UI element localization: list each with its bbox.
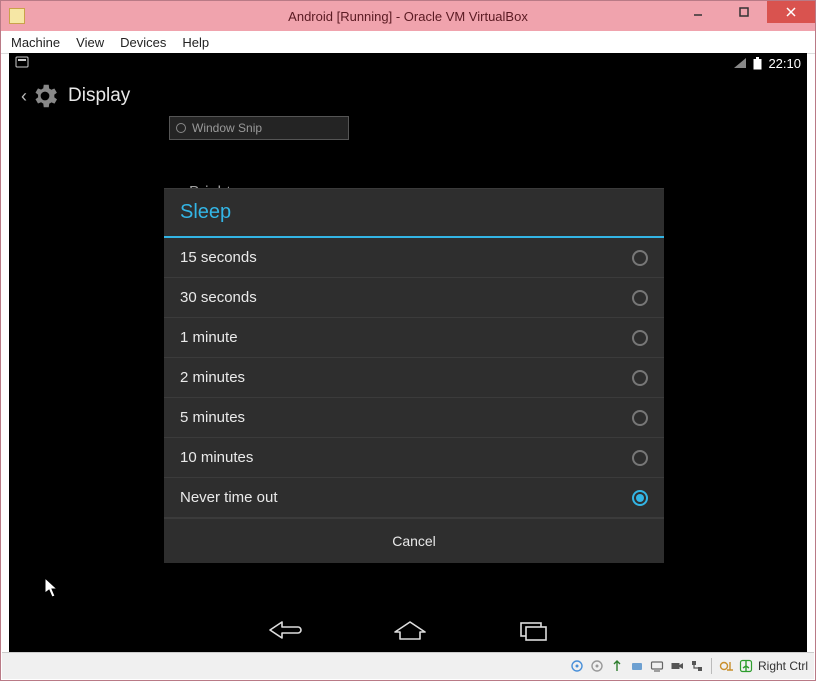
mouse-integration-icon[interactable] (718, 658, 734, 674)
close-button[interactable] (767, 1, 815, 23)
maximize-button[interactable] (721, 1, 767, 23)
window-snip-chip: Window Snip (169, 116, 349, 140)
usb-icon[interactable] (609, 658, 625, 674)
nav-back-button[interactable] (266, 619, 302, 641)
android-viewport: 22:10 ‹ Display Window Snip Brightness S… (9, 53, 807, 652)
nav-recents-button[interactable] (518, 619, 550, 641)
radio-unchecked-icon (632, 370, 648, 386)
gear-icon (30, 81, 60, 111)
minimize-button[interactable] (675, 1, 721, 23)
radio-checked-icon (632, 490, 648, 506)
sleep-option-15s[interactable]: 15 seconds (164, 238, 664, 278)
titlebar[interactable]: Android [Running] - Oracle VM VirtualBox (1, 1, 815, 31)
menu-help[interactable]: Help (182, 35, 209, 50)
video-capture-icon[interactable] (669, 658, 685, 674)
option-label: 10 minutes (180, 449, 253, 466)
menu-devices[interactable]: Devices (120, 35, 166, 50)
radio-unchecked-icon (632, 250, 648, 266)
settings-section-title: Display (68, 85, 130, 107)
android-nav-bar (9, 608, 807, 652)
display-icon[interactable] (649, 658, 665, 674)
radio-unchecked-icon (632, 330, 648, 346)
virtualbox-window: Android [Running] - Oracle VM VirtualBox… (0, 0, 816, 681)
back-icon (266, 619, 302, 641)
keyboard-capture-icon[interactable] (738, 658, 754, 674)
app-icon (9, 8, 25, 24)
menu-view[interactable]: View (76, 35, 104, 50)
dialog-cancel-button[interactable]: Cancel (164, 518, 664, 563)
virtualbox-status-bar: Right Ctrl (2, 652, 814, 679)
hdd-icon[interactable] (569, 658, 585, 674)
radio-icon (176, 123, 186, 133)
radio-unchecked-icon (632, 410, 648, 426)
option-label: 15 seconds (180, 249, 257, 266)
sleep-option-never[interactable]: Never time out (164, 478, 664, 518)
sleep-option-1m[interactable]: 1 minute (164, 318, 664, 358)
settings-action-bar: ‹ Display (9, 73, 807, 119)
menubar: Machine View Devices Help (1, 31, 815, 54)
shared-folder-icon[interactable] (629, 658, 645, 674)
cancel-label: Cancel (392, 533, 436, 549)
back-button[interactable]: ‹ (19, 86, 29, 107)
sleep-option-30s[interactable]: 30 seconds (164, 278, 664, 318)
clock-text: 22:10 (768, 56, 801, 71)
nav-home-button[interactable] (392, 619, 428, 641)
option-label: 5 minutes (180, 409, 245, 426)
sleep-option-10m[interactable]: 10 minutes (164, 438, 664, 478)
option-label: 30 seconds (180, 289, 257, 306)
close-icon (785, 6, 797, 18)
battery-icon (753, 57, 762, 70)
radio-unchecked-icon (632, 450, 648, 466)
optical-icon[interactable] (589, 658, 605, 674)
recents-icon (518, 619, 550, 641)
network-icon[interactable] (689, 658, 705, 674)
window-snip-label: Window Snip (192, 121, 262, 135)
android-status-bar: 22:10 (9, 53, 807, 73)
window-controls (675, 1, 815, 23)
minimize-icon (692, 6, 704, 18)
host-key-label: Right Ctrl (758, 659, 808, 673)
menu-machine[interactable]: Machine (11, 35, 60, 50)
sleep-dialog: Sleep 15 seconds 30 seconds 1 minute 2 m… (164, 188, 664, 563)
separator (711, 658, 712, 674)
radio-unchecked-icon (632, 290, 648, 306)
sleep-option-5m[interactable]: 5 minutes (164, 398, 664, 438)
option-label: Never time out (180, 489, 278, 506)
option-label: 2 minutes (180, 369, 245, 386)
option-label: 1 minute (180, 329, 238, 346)
sleep-option-2m[interactable]: 2 minutes (164, 358, 664, 398)
dialog-title: Sleep (164, 189, 664, 236)
maximize-icon (738, 6, 750, 18)
home-icon (392, 619, 428, 641)
settings-mini-icon (15, 56, 29, 71)
signal-icon (733, 57, 747, 69)
